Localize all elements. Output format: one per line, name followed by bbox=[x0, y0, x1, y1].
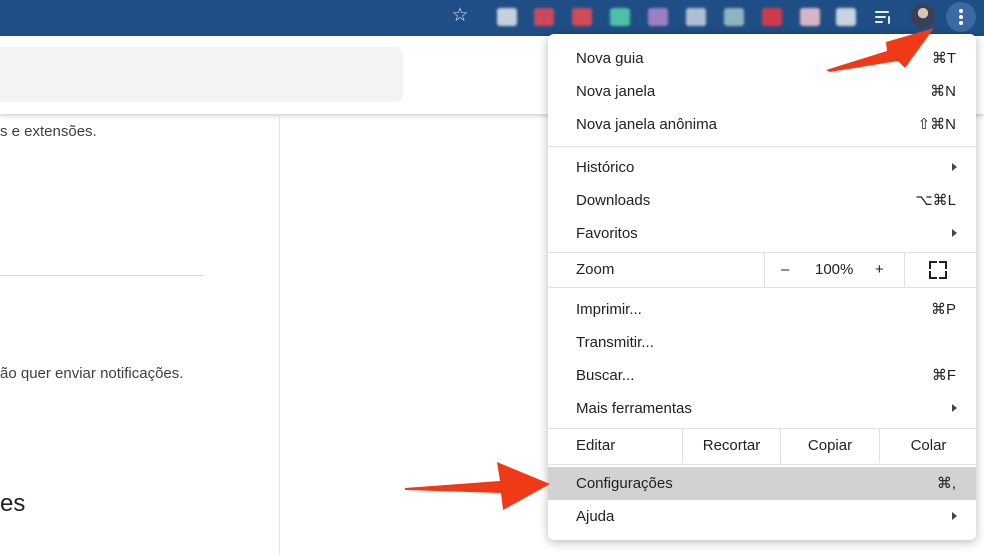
arrow-pointer-icon bbox=[826, 28, 934, 72]
annotation-overlay bbox=[405, 28, 934, 510]
arrow-pointer-icon bbox=[405, 462, 550, 510]
